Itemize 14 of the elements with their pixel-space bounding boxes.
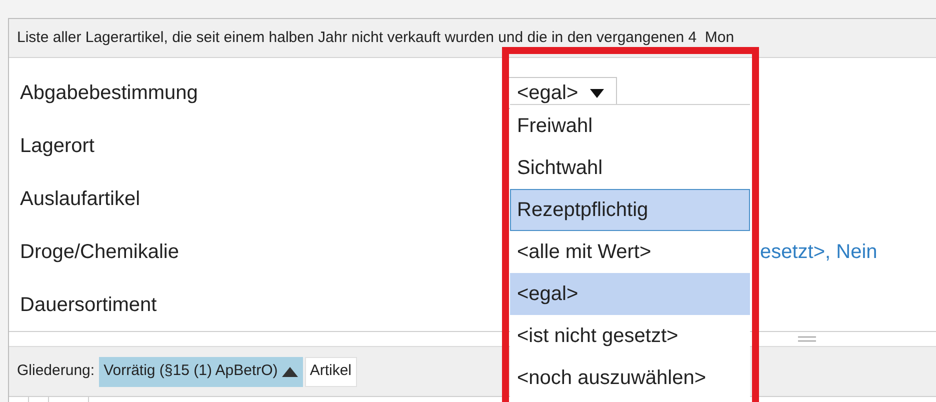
- caret-icon: [590, 88, 604, 98]
- dropdown-option[interactable]: <egal>: [510, 273, 750, 315]
- field-label: Droge/Chemikalie: [19, 240, 180, 265]
- dropdown-option[interactable]: Rezeptpflichtig: [510, 189, 750, 231]
- splitter-handle-icon[interactable]: [798, 336, 816, 342]
- description-text: Liste aller Lagerartikel, die seit einem halben Jahr nicht verkauft wurden und die in den vergangenen 4 Mon: [17, 28, 734, 48]
- field-label: Lagerort: [19, 134, 96, 160]
- field-value: esetzt>, Nein: [760, 240, 878, 265]
- field-label: Dauersortiment: [19, 292, 158, 318]
- grouping-chip[interactable]: Artikel: [304, 356, 356, 386]
- field-label: Auslaufartikel: [19, 186, 142, 212]
- field-label: Abgabebestimmung: [19, 81, 199, 106]
- grouping-label: Gliederung:: [17, 361, 95, 382]
- grouping-chip[interactable]: Vorrätig (§15 (1) ApBetrO): [98, 356, 303, 386]
